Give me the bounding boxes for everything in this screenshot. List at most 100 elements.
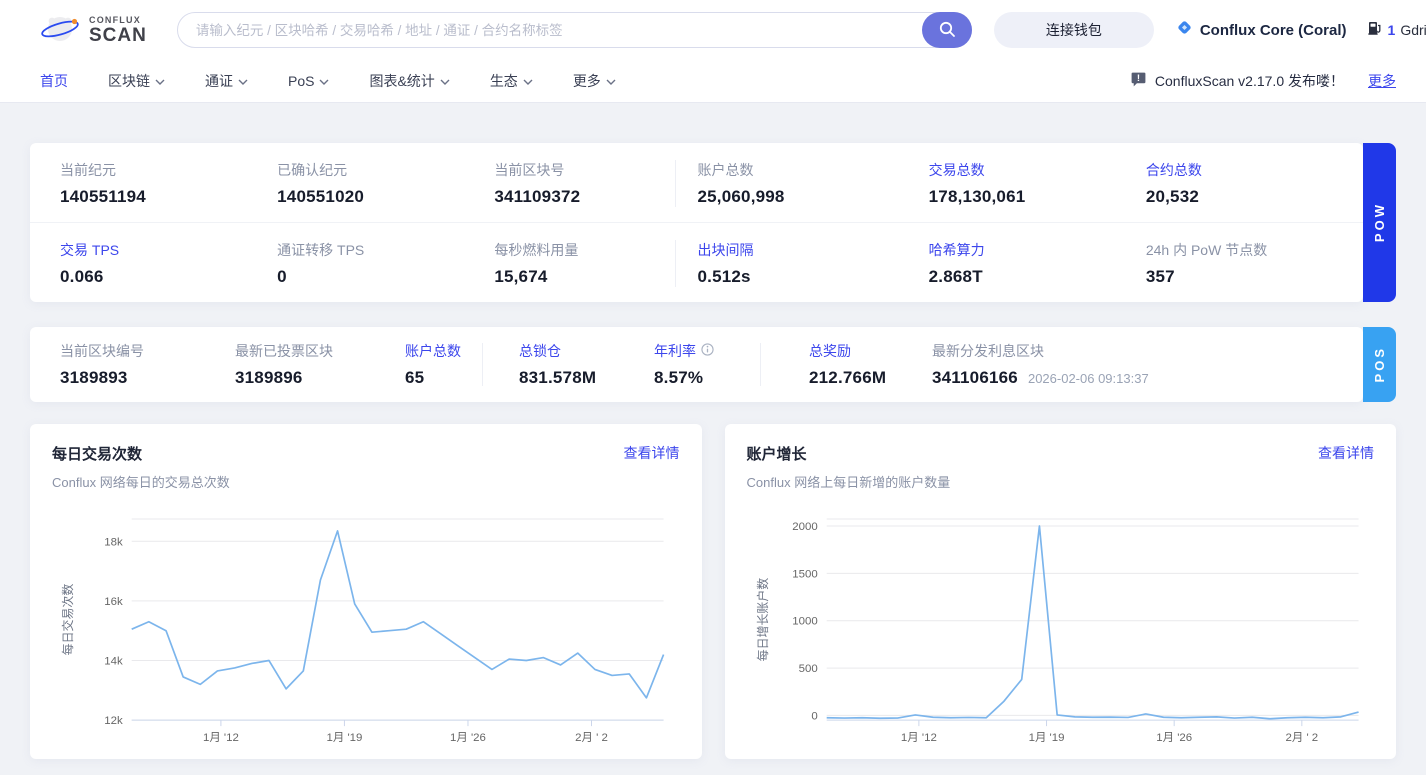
stat-label: 当前区块编号 [60,341,235,361]
interest-block-number: 341106166 [932,368,1018,387]
announcement-text: ConfluxScan v2.17.0 发布喽！ [1155,71,1344,91]
announcement-more-link[interactable]: 更多 [1368,71,1396,91]
nav-label: 图表&统计 [369,71,434,91]
stat-pos-apy[interactable]: 年利率 8.57% [654,341,760,388]
connect-wallet-button[interactable]: 连接钱包 [994,12,1154,48]
nav-label: PoS [288,73,314,89]
stat-block-interval[interactable]: 出块间隔 0.512s [675,240,914,287]
stat-label: 账户总数 [698,160,914,180]
svg-text:2000: 2000 [792,521,817,533]
stat-total-contracts[interactable]: 合约总数 20,532 [1131,160,1348,207]
gas-price-indicator[interactable]: 1 Gdrip [1367,20,1426,41]
svg-text:14k: 14k [104,656,123,668]
stat-value: 15,674 [494,267,696,287]
pow-stats-row-1: 当前纪元 140551194 已确认纪元 140551020 当前区块号 341… [30,143,1363,223]
chevron-down-icon [440,79,450,85]
nav-item-charts-statistics[interactable]: 图表&统计 [369,71,449,91]
stat-gas-per-second: 每秒燃料用量 15,674 [479,240,696,287]
pos-tab[interactable]: POS [1363,327,1396,402]
stat-label-link[interactable]: 年利率 [654,341,760,361]
view-details-link[interactable]: 查看详情 [624,443,680,463]
search-input[interactable] [177,12,972,48]
daily-transactions-chart: 12k14k16k18k1月 '121月 '191月 '262月 ' 2每日交易… [52,505,680,756]
svg-text:1月 '12: 1月 '12 [203,732,239,744]
daily-transactions-card: 每日交易次数 查看详情 Conflux 网络每日的交易总次数 12k14k16k… [30,424,702,759]
apy-label: 年利率 [654,341,696,361]
svg-text:16k: 16k [104,596,123,608]
logo-wordmark: CONFLUX SCAN [89,16,147,45]
stat-label-link[interactable]: 交易 TPS [60,240,262,260]
svg-text:1月 '19: 1月 '19 [1028,732,1064,744]
chevron-down-icon [523,79,533,85]
chevron-down-icon [606,79,616,85]
stat-current-block-number: 当前区块号 341109372 [479,160,696,207]
chevron-down-icon [238,79,248,85]
view-details-link[interactable]: 查看详情 [1318,443,1374,463]
info-icon[interactable] [701,343,714,359]
stat-label-link[interactable]: 账户总数 [405,341,482,361]
svg-text:!: ! [1137,73,1140,84]
stat-label: 当前纪元 [60,160,262,180]
stat-transaction-tps[interactable]: 交易 TPS 0.066 [45,240,262,287]
announcement-bubble-icon: ! [1130,71,1147,91]
search-button[interactable] [922,12,972,48]
nav-menu: 首页 区块链 通证 PoS 图表&统计 生态 更多 [40,71,616,91]
stat-label-link[interactable]: 总锁仓 [519,341,654,361]
nav-label: 区块链 [108,71,150,91]
nav-right-area: ! ConfluxScan v2.17.0 发布喽！ 更多 [1130,71,1396,91]
stat-value: 178,130,061 [929,187,1131,207]
svg-text:1000: 1000 [792,616,817,628]
stat-label-link[interactable]: 哈希算力 [929,240,1131,260]
logo-text-conflux: CONFLUX [89,16,147,25]
announcement[interactable]: ! ConfluxScan v2.17.0 发布喽！ [1130,71,1344,91]
stat-label-link[interactable]: 出块间隔 [698,240,914,260]
pos-stats-row: 当前区块编号 3189893 最新已投票区块 3189896 账户总数 65 总… [30,327,1363,402]
stat-label: 最新分发利息区块 [932,341,1348,361]
stat-pos-total-locked[interactable]: 总锁仓 831.578M [483,341,654,388]
nav-item-tokens[interactable]: 通证 [205,71,248,91]
svg-text:12k: 12k [104,715,123,727]
stat-value: 0.512s [698,267,914,287]
conflux-network-icon [1176,19,1193,41]
nav-item-more[interactable]: 更多 [573,71,616,91]
stat-label: 当前区块号 [494,160,696,180]
stat-value: 0 [277,267,479,287]
stat-value: 831.578M [519,368,654,388]
interest-block-timestamp: 2026-02-06 09:13:37 [1028,371,1149,386]
stat-value: 212.766M [809,368,932,388]
stat-value: 0.066 [60,267,262,287]
stat-label-link[interactable]: 交易总数 [929,160,1131,180]
stat-pos-latest-interest-block: 最新分发利息区块 341106166 2026-02-06 09:13:37 [932,341,1348,388]
gas-pump-icon [1367,20,1383,41]
nav-label: 生态 [490,71,518,91]
stat-pos-total-accounts[interactable]: 账户总数 65 [405,341,482,388]
stat-value: 357 [1146,267,1348,287]
nav-item-ecosystem[interactable]: 生态 [490,71,533,91]
search-icon [938,20,956,41]
stat-value: 3189896 [235,368,405,388]
svg-text:1月 '19: 1月 '19 [326,732,362,744]
svg-text:2月 ' 2: 2月 ' 2 [1285,732,1318,744]
nav-item-pos[interactable]: PoS [288,73,329,89]
network-name: Conflux Core (Coral) [1200,22,1347,39]
confluxscan-logo[interactable]: CONFLUX SCAN [40,8,147,53]
stat-value: 2.868T [929,267,1131,287]
pow-tab[interactable]: POW [1363,143,1396,302]
pow-stats-row-2: 交易 TPS 0.066 通证转移 TPS 0 每秒燃料用量 15,674 出块… [30,223,1363,302]
stat-label-link[interactable]: 总奖励 [809,341,932,361]
nav-label: 更多 [573,71,601,91]
pos-tab-label: POS [1372,346,1387,382]
network-selector[interactable]: Conflux Core (Coral) [1176,19,1347,41]
stat-label: 24h 内 PoW 节点数 [1146,240,1348,260]
planet-logo-icon [40,8,80,53]
stat-label-link[interactable]: 合约总数 [1146,160,1348,180]
stat-total-transactions[interactable]: 交易总数 178,130,061 [914,160,1131,207]
stat-confirmed-epoch: 已确认纪元 140551020 [262,160,479,207]
nav-item-blockchain[interactable]: 区块链 [108,71,165,91]
stat-hash-rate[interactable]: 哈希算力 2.868T [914,240,1131,287]
search-bar [177,12,972,48]
account-growth-card: 账户增长 查看详情 Conflux 网络上每日新增的账户数量 050010001… [725,424,1397,759]
pow-stats-panel: POW 当前纪元 140551194 已确认纪元 140551020 当前区块号… [30,143,1363,302]
nav-item-home[interactable]: 首页 [40,71,68,91]
stat-pos-total-reward[interactable]: 总奖励 212.766M [761,341,932,388]
